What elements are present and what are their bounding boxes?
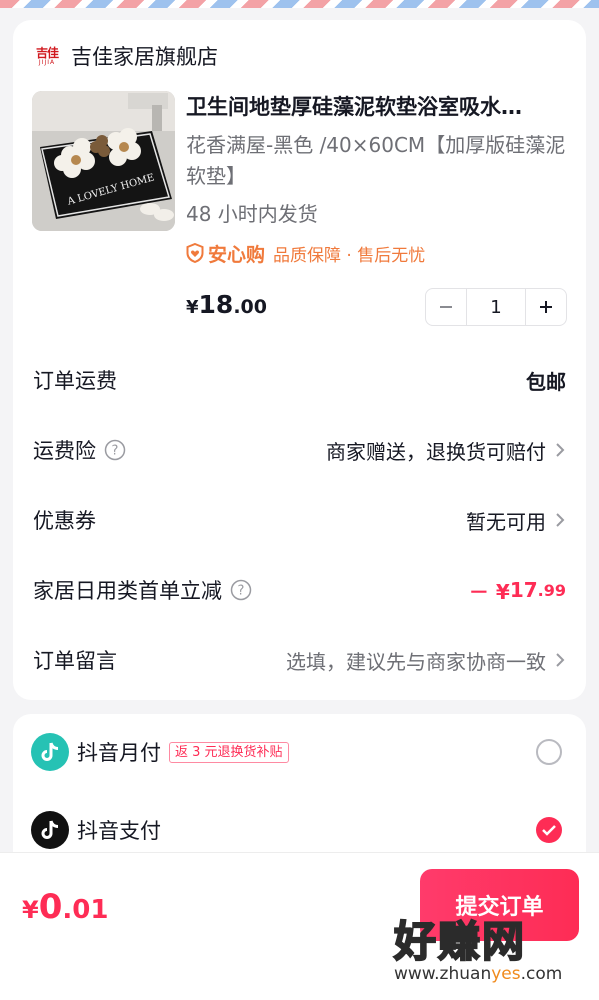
chevron-right-icon: [556, 653, 565, 667]
price-currency: ¥: [186, 297, 199, 318]
product-spec[interactable]: 花香满屋-黑色 /40×60CM【加厚版硅藻泥软垫】: [186, 130, 571, 192]
product-thumbnail[interactable]: A LOVELY HOME: [32, 91, 175, 231]
price-integer: 18: [198, 290, 234, 319]
shop-logo-en: JIJIA: [38, 58, 56, 66]
douyin-monthly-icon: [31, 733, 69, 771]
shipping-fee-value: 包邮: [526, 369, 566, 394]
payment-card: 抖音月付 返 3 元退换货补贴 抖音支付: [13, 714, 586, 864]
monthly-pay-radio[interactable]: [536, 739, 562, 765]
shield-heart-icon: [186, 243, 204, 263]
unit-price: ¥ 18 .00: [186, 290, 267, 326]
discount-row: 家居日用类首单立减 ? － ¥ 17 .99: [33, 568, 566, 612]
monthly-pay-name: 抖音月付: [77, 741, 161, 765]
shipping-fee-row: 订单运费 包邮: [33, 358, 566, 402]
decrease-button[interactable]: [426, 289, 466, 325]
coupon-value: 暂无可用: [466, 509, 546, 534]
chevron-right-icon: [556, 443, 565, 457]
shop-logo-cn: 吉佳: [35, 45, 59, 60]
quantity-value[interactable]: 1: [466, 289, 526, 325]
question-icon[interactable]: ?: [104, 439, 126, 461]
discount-prefix: － ¥: [468, 579, 510, 604]
airmail-border: [0, 0, 599, 8]
order-card: 吉佳 JIJIA 吉佳家居旗舰店 A LOVELY HOME 卫生间地垫厚硅藻泥…: [13, 20, 586, 700]
shipping-time: 48 小时内发货: [186, 202, 318, 226]
remark-row[interactable]: 订单留言 选填，建议先与商家协商一致: [33, 638, 566, 682]
increase-button[interactable]: [526, 289, 566, 325]
question-icon[interactable]: ?: [230, 579, 252, 601]
coupon-row[interactable]: 优惠券 暂无可用: [33, 498, 566, 542]
minus-icon: [440, 306, 452, 308]
discount-decimal: .99: [537, 580, 566, 600]
shipping-insurance-label: 运费险: [33, 439, 96, 463]
watermark-url: www.zhuanyes.com: [394, 964, 563, 984]
svg-text:?: ?: [112, 444, 119, 459]
coupon-label: 优惠券: [33, 509, 96, 533]
payment-option-douyin[interactable]: 抖音支付: [31, 808, 568, 852]
check-icon: [542, 825, 556, 836]
shipping-insurance-row[interactable]: 运费险 ? 商家赠送，退换货可赔付: [33, 428, 566, 472]
product-title[interactable]: 卫生间地垫厚硅藻泥软垫浴室吸水…: [186, 92, 571, 122]
shop-header[interactable]: 吉佳 JIJIA 吉佳家居旗舰店: [33, 42, 218, 70]
guarantee-tag[interactable]: 安心购 品质保障 · 售后无忧: [186, 238, 425, 268]
price-decimal: .00: [233, 296, 267, 318]
svg-text:?: ?: [238, 584, 245, 599]
total-currency: ¥: [22, 896, 39, 924]
payment-option-monthly[interactable]: 抖音月付 返 3 元退换货补贴: [31, 730, 568, 774]
remark-placeholder[interactable]: 选填，建议先与商家协商一致: [286, 646, 546, 675]
shipping-insurance-value: 商家赠送，退换货可赔付: [326, 439, 546, 464]
douyin-pay-radio[interactable]: [536, 817, 562, 843]
shop-logo: 吉佳 JIJIA: [33, 45, 61, 67]
total-decimal: .01: [62, 895, 109, 925]
discount-integer: 17: [509, 578, 538, 602]
quantity-stepper: 1: [425, 288, 567, 326]
total-integer: 0: [38, 887, 63, 927]
doormat-image: A LOVELY HOME: [32, 91, 175, 231]
douyin-pay-icon: [31, 811, 69, 849]
discount-label: 家居日用类首单立减: [33, 579, 222, 603]
discount-value: － ¥ 17 .99: [469, 576, 566, 605]
guarantee-text: 品质保障 · 售后无忧: [273, 245, 426, 266]
douyin-pay-name: 抖音支付: [77, 819, 161, 843]
remark-label: 订单留言: [33, 649, 117, 673]
monthly-pay-promo: 返 3 元退换货补贴: [169, 741, 289, 763]
shipping-fee-label: 订单运费: [33, 369, 117, 393]
watermark: 好赚网 www.zhuanyes.com: [378, 906, 590, 994]
chevron-right-icon: [556, 513, 565, 527]
total-price: ¥ 0 .01: [22, 887, 108, 927]
guarantee-brand: 安心购: [208, 243, 266, 266]
watermark-text: 好赚网: [393, 916, 527, 967]
plus-icon: [540, 301, 552, 313]
shop-name: 吉佳家居旗舰店: [71, 45, 218, 69]
